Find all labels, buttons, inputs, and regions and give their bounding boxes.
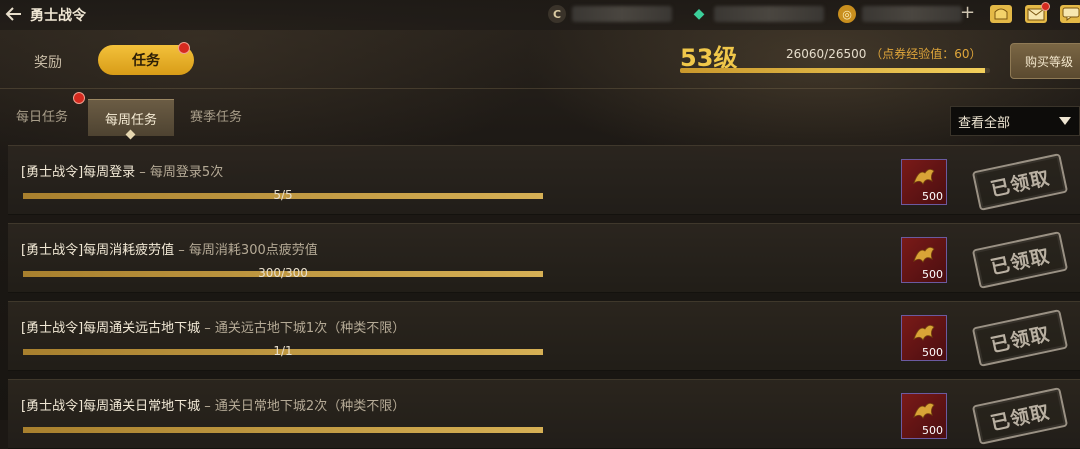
task-title: [勇士战令]每周通关远古地下城 – 通关远古地下城1次（种类不限） — [21, 321, 406, 336]
task-row: [勇士战令]每周登录 – 每周登录5次 5/5 500 已领取 — [8, 145, 1080, 215]
green-gem-icon: ◆ — [693, 6, 705, 22]
back-arrow-icon[interactable] — [2, 3, 24, 25]
task-title: [勇士战令]每周通关日常地下城 – 通关日常地下城2次（种类不限） — [21, 399, 406, 414]
dragon-crest-icon — [910, 164, 938, 190]
reward-count: 500 — [922, 268, 943, 281]
reward-item[interactable]: 500 — [901, 159, 947, 205]
chevron-down-icon — [1059, 117, 1071, 125]
task-row: [勇士战令]每周通关日常地下城 – 通关日常地下城2次（种类不限） 500 已领… — [8, 379, 1080, 449]
reward-item[interactable]: 500 — [901, 237, 947, 283]
task-progress-text: 5/5 — [273, 188, 293, 202]
currency-gold-coin: ◎ — [838, 4, 962, 24]
gold-c-icon: C — [548, 5, 566, 23]
tab-season-tasks[interactable]: 赛季任务 — [190, 106, 242, 125]
mail-icon[interactable] — [1025, 2, 1050, 23]
filter-label: 查看全部 — [958, 115, 1011, 131]
currency-gold-c: C — [548, 4, 672, 24]
currency-value-blurred — [714, 6, 824, 22]
task-row: [勇士战令]每周消耗疲劳值 – 每周消耗300点疲劳值 300/300 500 … — [8, 223, 1080, 293]
top-bar: 勇士战令 C ◆ ◎ + — [0, 0, 1080, 30]
tab-reward[interactable]: 奖励 — [34, 52, 62, 72]
page-title: 勇士战令 — [30, 8, 86, 24]
treasure-bag-icon[interactable] — [990, 5, 1012, 23]
add-currency-button[interactable]: + — [960, 2, 975, 23]
reward-item[interactable]: 500 — [901, 393, 947, 439]
reward-count: 500 — [922, 190, 943, 203]
filter-dropdown[interactable]: 查看全部 — [950, 106, 1080, 136]
notification-dot — [73, 92, 85, 104]
dragon-crest-icon — [910, 242, 938, 268]
exp-progress-bar — [680, 68, 990, 73]
dragon-crest-icon — [910, 320, 938, 346]
currency-value-blurred — [862, 6, 962, 22]
task-title: [勇士战令]每周消耗疲劳值 – 每周消耗300点疲劳值 — [21, 243, 318, 258]
task-progress-text: 300/300 — [258, 266, 308, 280]
tab-daily-tasks[interactable]: 每日任务 — [16, 106, 68, 125]
exp-progress-fill — [680, 68, 985, 73]
exp-text: 26060/26500 （点券经验值：60） — [786, 45, 982, 62]
task-row: [勇士战令]每周通关远古地下城 – 通关远古地下城1次（种类不限） 1/1 50… — [8, 301, 1080, 371]
claimed-stamp: 已领取 — [971, 153, 1069, 211]
notification-dot — [1041, 2, 1050, 11]
chat-icon[interactable] — [1060, 5, 1080, 23]
dragon-crest-icon — [910, 398, 938, 424]
buy-level-button[interactable]: 购买等级 — [1010, 43, 1080, 79]
task-progress-fill — [23, 427, 543, 433]
notification-dot — [178, 42, 190, 54]
claimed-stamp: 已领取 — [971, 387, 1069, 445]
task-title: [勇士战令]每周登录 – 每周登录5次 — [21, 165, 224, 180]
claimed-stamp: 已领取 — [971, 231, 1069, 289]
currency-value-blurred — [572, 6, 672, 22]
task-progress-bar — [23, 427, 543, 433]
exp-value: 26060/26500 — [786, 47, 867, 61]
divider — [0, 88, 1080, 89]
reward-count: 500 — [922, 424, 943, 437]
currency-green-gem: ◆ — [690, 4, 824, 24]
claimed-stamp: 已领取 — [971, 309, 1069, 367]
gold-coin-icon: ◎ — [838, 5, 856, 23]
reward-count: 500 — [922, 346, 943, 359]
exp-note: （点券经验值：60） — [870, 47, 982, 61]
task-progress-text: 1/1 — [273, 344, 293, 358]
reward-item[interactable]: 500 — [901, 315, 947, 361]
